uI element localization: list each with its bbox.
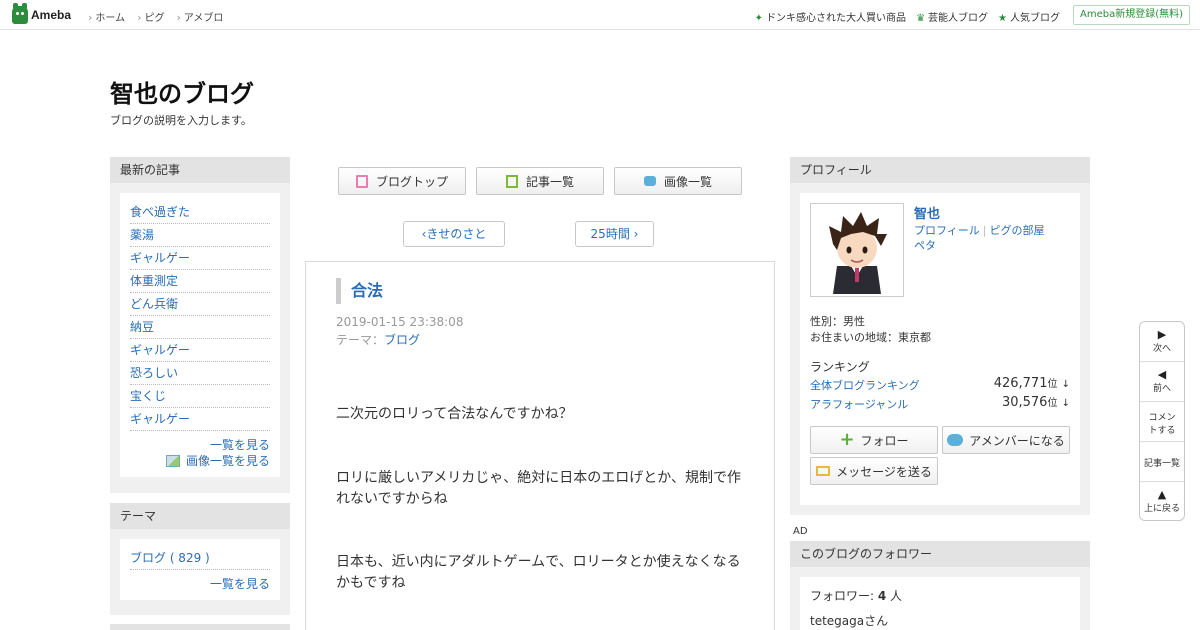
ranking-row: 全体ブログランキング 426,771位 ↓	[810, 376, 1070, 392]
comment-button[interactable]: コメントする	[1140, 402, 1184, 442]
ranking-heading: ランキング	[810, 360, 870, 374]
list-item[interactable]: 体重測定	[130, 270, 270, 293]
pigg-room-link[interactable]: ピグの部屋	[990, 224, 1045, 237]
avatar[interactable]	[810, 203, 904, 297]
prev-post-button[interactable]: ‹きせのさと	[403, 221, 505, 247]
blog-description: ブログの説明を入力します。	[110, 114, 252, 127]
play-icon: ▶	[1157, 328, 1167, 341]
article-theme-link[interactable]: ブログ	[384, 333, 420, 347]
article-paragraph: 二次元のロリって合法なんですかね？	[336, 406, 573, 422]
register-button[interactable]: Ameba新規登録(無料)	[1072, 5, 1190, 25]
genre-ranking-link[interactable]: アラフォージャンル	[810, 398, 908, 411]
image-list-button[interactable]: 画像一覧	[614, 167, 742, 195]
follower-name[interactable]: tetegagaさん	[810, 612, 1070, 629]
ameba-logo[interactable]: Ameba	[12, 3, 71, 24]
ad-label: AD	[793, 526, 808, 537]
article-paragraph: ロリに厳しいアメリカじゃ、絶対に日本のエロげとか、規制で作れないですからね	[336, 470, 742, 507]
list-item[interactable]: どん兵衛	[130, 293, 270, 316]
list-item[interactable]: ギャルゲー	[130, 408, 270, 431]
profile-name[interactable]: 智也	[914, 203, 940, 222]
send-message-button[interactable]: メッセージを送る	[810, 457, 938, 485]
list-item[interactable]: 薬湯	[130, 224, 270, 247]
global-nav: ホーム ピグ アメブロ	[88, 9, 223, 24]
latest-posts-box: 最新の記事 食べ過ぎた 薬湯 ギャルゲー 体重測定 どん兵衛 納豆 ギャルゲー …	[110, 157, 290, 493]
followers-heading: このブログのフォロワー	[790, 541, 1090, 567]
trend-down-icon: ↓	[1061, 398, 1070, 409]
follow-button[interactable]: + フォロー	[810, 426, 938, 454]
celebrity-blogs-link[interactable]: ♛ 芸能人ブログ	[916, 9, 988, 24]
reverse-icon: ◀	[1157, 368, 1167, 381]
latest-posts-list: 食べ過ぎた 薬湯 ギャルゲー 体重測定 どん兵衛 納豆 ギャルゲー 恐ろしい 宝…	[120, 193, 280, 477]
profile-links: プロフィール | ピグの部屋 ペタ	[914, 224, 1045, 252]
profile-heading: プロフィール	[790, 157, 1090, 183]
popular-blogs-link[interactable]: ★ 人気ブログ	[998, 9, 1060, 24]
envelope-icon	[816, 466, 831, 476]
trend-down-icon: ↓	[1061, 379, 1070, 390]
list-icon	[505, 174, 518, 188]
camera-icon	[643, 176, 656, 186]
list-item[interactable]: 食べ過ぎた	[130, 201, 270, 224]
profile-location: お住まいの地域：東京都	[810, 331, 931, 344]
chevron-right-icon: ›	[629, 227, 639, 241]
floating-nav: ▶ 次へ ◀ 前へ コメントする 記事一覧 ▲ 上に戻る	[1139, 321, 1185, 521]
latest-posts-heading: 最新の記事	[110, 157, 290, 183]
back-to-top-button[interactable]: ▲ 上に戻る	[1140, 482, 1184, 520]
article-theme: テーマ：ブログ	[336, 333, 421, 347]
nav-pigg-link[interactable]: ピグ	[137, 9, 165, 24]
list-item[interactable]: ギャルゲー	[130, 247, 270, 270]
page-icon	[355, 174, 368, 188]
profile-link[interactable]: プロフィール	[914, 224, 980, 237]
nav-home-link[interactable]: ホーム	[88, 9, 125, 24]
list-item[interactable]: ブログ ( 829 )	[130, 547, 270, 570]
star-icon: ★	[998, 13, 1007, 24]
plus-icon: +	[839, 429, 855, 450]
peta-link[interactable]: ペタ	[914, 239, 936, 252]
promo-link[interactable]: ✦ ドンキ感心された大人買い商品	[755, 9, 906, 24]
header-links: ✦ ドンキ感心された大人買い商品 ♛ 芸能人ブログ ★ 人気ブログ	[755, 9, 1060, 24]
ranking-row: アラフォージャンル 30,576位 ↓	[810, 395, 1070, 411]
list-item[interactable]: ギャルゲー	[130, 339, 270, 362]
article-date: 2019-01-15 23:38:08	[336, 315, 464, 329]
crown-icon: ♛	[916, 13, 926, 24]
list-item[interactable]: 恐ろしい	[130, 362, 270, 385]
amember-button[interactable]: アメンバーになる	[942, 426, 1070, 454]
profile-body: 智也 プロフィール | ピグの部屋 ペタ 性別：男性 お住まいの地域：東京都 ランキ…	[800, 193, 1080, 505]
article: 合法 2019-01-15 23:38:08 テーマ：ブログ 二次元のロリって合…	[305, 261, 775, 630]
see-all-themes-link[interactable]: 一覧を見る	[130, 576, 270, 592]
article-paragraph: 日本も、近い内にアダルトゲームで、ロリータとか使えなくなるかもですね	[336, 554, 741, 591]
next-post-button[interactable]: 25時間 ›	[575, 221, 654, 247]
article-title[interactable]: 合法	[336, 278, 383, 304]
followers-body: フォロワー: 4 人 tetegagaさん	[800, 577, 1080, 630]
nav-ameblo-link[interactable]: アメブロ	[177, 9, 224, 24]
post-list-button[interactable]: 記事一覧	[476, 167, 604, 195]
chat-bubble-icon	[947, 434, 964, 446]
blog-top-button[interactable]: ブログトップ	[338, 167, 466, 195]
theme-box: テーマ ブログ ( 829 ) 一覧を見る	[110, 503, 290, 615]
see-all-images-link[interactable]: 画像一覧を見る	[130, 453, 270, 469]
list-item[interactable]: 納豆	[130, 316, 270, 339]
up-triangle-icon: ▲	[1157, 488, 1167, 501]
profile-box: プロフィール 智也 プロフィール | ピグの部屋 ペタ 性別：男性 お住まいの地域：…	[790, 157, 1090, 515]
sparkle-icon: ✦	[754, 13, 764, 24]
next-article-button[interactable]: ▶ 次へ	[1140, 322, 1184, 362]
theme-list: ブログ ( 829 ) 一覧を見る	[120, 539, 280, 600]
prev-article-button[interactable]: ◀ 前へ	[1140, 362, 1184, 402]
sidebar-box-partial	[110, 624, 290, 630]
image-gallery-icon	[165, 455, 180, 467]
list-item[interactable]: 宝くじ	[130, 385, 270, 408]
theme-heading: テーマ	[110, 503, 290, 529]
overall-ranking-link[interactable]: 全体ブログランキング	[810, 379, 920, 392]
see-all-posts-link[interactable]: 一覧を見る	[130, 437, 270, 453]
post-list-float-button[interactable]: 記事一覧	[1140, 442, 1184, 482]
blog-title[interactable]: 智也のブログ	[110, 74, 254, 109]
followers-box: このブログのフォロワー フォロワー: 4 人 tetegagaさん	[790, 541, 1090, 630]
follower-count: フォロワー: 4 人	[810, 589, 903, 603]
ameba-mascot-icon	[12, 3, 28, 24]
global-header: Ameba ホーム ピグ アメブロ ✦ドンキ感心された大人買い商品 ♛芸能人ブロ…	[0, 0, 1200, 30]
profile-gender: 性別：男性	[810, 315, 865, 328]
